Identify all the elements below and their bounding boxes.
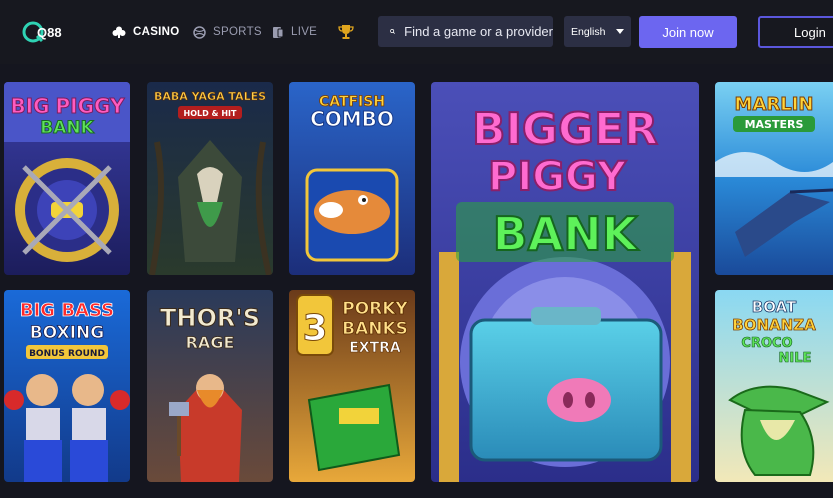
game-tile-thors-rage[interactable]: THOR'S RAGE (147, 290, 273, 482)
ball-icon (193, 25, 206, 39)
svg-text:PORKY: PORKY (342, 299, 408, 319)
svg-text:BANK: BANK (40, 118, 94, 138)
game-artwork: BIG PIGGY BANK (4, 82, 130, 275)
site-logo[interactable]: Q88 (22, 20, 80, 44)
game-tile-boat-bonanza-croco-nile[interactable]: BOAT BONANZA CROCO NILE (715, 290, 833, 482)
game-artwork: MARLIN MASTERS (715, 82, 833, 275)
game-tile-marlin-masters[interactable]: MARLIN MASTERS (715, 82, 833, 275)
nav-live[interactable]: LIVE (272, 22, 317, 42)
svg-text:HOLD & HIT: HOLD & HIT (184, 109, 237, 118)
nav-sports-label: SPORTS (213, 26, 262, 38)
search-input[interactable]: Find a game or a provider (378, 16, 553, 47)
svg-text:BANKS: BANKS (342, 319, 408, 339)
svg-text:BIG: BIG (10, 94, 49, 118)
svg-text:BOAT: BOAT (752, 298, 797, 316)
svg-text:BOXING: BOXING (30, 323, 104, 343)
game-artwork: BIG BASS BOXING BONUS ROUND (4, 290, 130, 482)
game-tile-bigger-piggy-bank[interactable]: BIGGER PIGGY BANK (431, 82, 699, 482)
top-navigation-bar: Q88 CASINO SPORTS LIVE Find a game or a … (0, 0, 833, 64)
game-artwork: BABA YAGA TALES HOLD & HIT (147, 82, 273, 275)
search-placeholder: Find a game or a provider (404, 24, 553, 39)
chevron-down-icon (616, 29, 624, 34)
nav-casino-label: CASINO (133, 26, 180, 38)
svg-text:THOR'S: THOR'S (160, 304, 260, 332)
svg-text:MARLIN: MARLIN (735, 94, 814, 115)
game-tile-big-bass-boxing[interactable]: BIG BASS BOXING BONUS ROUND (4, 290, 130, 482)
search-icon (390, 29, 395, 34)
game-artwork: THOR'S RAGE (147, 290, 273, 482)
trophy-icon (338, 25, 354, 39)
game-artwork: BIGGER PIGGY BANK (431, 82, 699, 482)
svg-text:BIGGER: BIGGER (472, 104, 658, 155)
svg-text:EXTRA: EXTRA (349, 340, 401, 356)
game-artwork: 3 PORKY BANKS EXTRA (289, 290, 415, 482)
live-cards-icon (273, 26, 284, 38)
game-tile-3-porky-banks-extra[interactable]: 3 PORKY BANKS EXTRA (289, 290, 415, 482)
svg-text:3: 3 (302, 308, 327, 349)
svg-text:RAGE: RAGE (186, 333, 235, 352)
login-button[interactable]: Login (758, 16, 833, 48)
svg-text:CROCO: CROCO (741, 336, 792, 351)
nav-tournaments[interactable] (338, 22, 361, 42)
svg-text:BONANZA: BONANZA (732, 316, 816, 334)
game-artwork: BOAT BONANZA CROCO NILE (715, 290, 833, 482)
join-now-button[interactable]: Join now (639, 16, 737, 48)
svg-text:BANK: BANK (493, 207, 640, 261)
language-value: English (571, 25, 606, 38)
game-tile-baba-yaga-tales[interactable]: BABA YAGA TALES HOLD & HIT (147, 82, 273, 275)
svg-text:BIG BASS: BIG BASS (20, 300, 114, 321)
clubs-icon (112, 26, 126, 38)
svg-text:Q88: Q88 (37, 25, 62, 40)
svg-text:BABA YAGA TALES: BABA YAGA TALES (154, 90, 266, 103)
game-tile-catfish-combo[interactable]: CATFISH COMBO (289, 82, 415, 275)
svg-text:MASTERS: MASTERS (745, 118, 804, 131)
nav-casino[interactable]: CASINO (112, 22, 180, 42)
svg-text:NILE: NILE (779, 351, 812, 366)
language-select[interactable]: English (564, 16, 631, 47)
svg-text:PIGGY: PIGGY (488, 154, 627, 200)
svg-text:COMBO: COMBO (310, 107, 394, 131)
svg-text:PIGGY: PIGGY (56, 94, 125, 118)
nav-sports[interactable]: SPORTS (193, 22, 262, 42)
game-tile-big-piggy-bank[interactable]: BIG PIGGY BANK (4, 82, 130, 275)
svg-text:BONUS ROUND: BONUS ROUND (29, 349, 105, 359)
game-artwork: CATFISH COMBO (289, 82, 415, 275)
nav-live-label: LIVE (291, 26, 318, 38)
